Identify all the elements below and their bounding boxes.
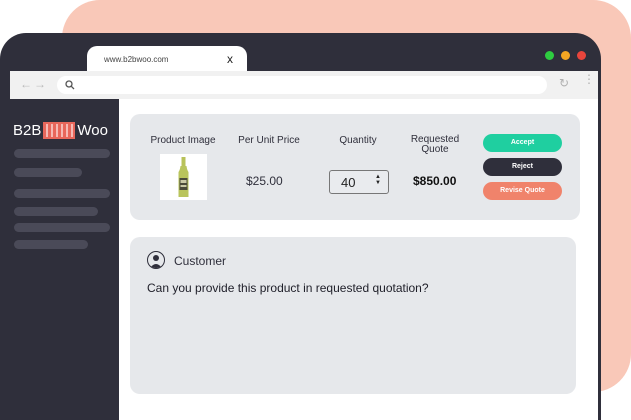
quote-card: Product Image Per Unit Price Quantity Re…: [130, 114, 580, 220]
search-icon: [65, 80, 75, 90]
browser-tab[interactable]: www.b2bwoo.com x: [87, 46, 247, 74]
window-minimize-dot[interactable]: [561, 51, 570, 60]
requested-quote-value: $850.00: [413, 174, 457, 188]
main-content: Product Image Per Unit Price Quantity Re…: [119, 99, 598, 420]
quantity-stepper[interactable]: 40 ▲ ▼: [329, 170, 389, 194]
sidebar: B2B Woo: [10, 99, 119, 420]
user-icon: [147, 251, 165, 269]
wine-bottle-icon: [178, 157, 189, 197]
reject-button[interactable]: Reject: [483, 158, 562, 176]
sidebar-item[interactable]: [14, 223, 110, 232]
message-card: Customer Can you provide this product in…: [130, 237, 576, 394]
sidebar-item[interactable]: [14, 189, 110, 198]
tab-title: www.b2bwoo.com: [104, 55, 169, 64]
revise-quote-button[interactable]: Revise Quote: [483, 182, 562, 200]
window-close-dot[interactable]: [577, 51, 586, 60]
logo-suffix: Woo: [77, 121, 108, 139]
logo-mark-icon: [43, 121, 76, 139]
logo-prefix: B2B: [13, 121, 42, 139]
sidebar-item[interactable]: [14, 240, 88, 249]
header-requested-quote: Requested Quote: [410, 134, 460, 155]
header-product-image: Product Image: [150, 135, 216, 146]
browser-toolbar: ←→ ↻ ⋮: [10, 71, 598, 99]
sidebar-item[interactable]: [14, 149, 110, 158]
header-unit-price: Per Unit Price: [238, 135, 300, 146]
menu-icon[interactable]: ⋮: [583, 73, 595, 85]
address-bar[interactable]: [57, 76, 547, 94]
logo: B2B Woo: [13, 121, 108, 139]
unit-price-value: $25.00: [246, 174, 283, 188]
tab-close-icon[interactable]: x: [227, 52, 233, 66]
message-text: Can you provide this product in requeste…: [147, 281, 429, 295]
accept-button[interactable]: Accept: [483, 134, 562, 152]
quantity-value: 40: [341, 175, 356, 190]
nav-arrows-icon[interactable]: ←→: [20, 77, 48, 91]
sidebar-item[interactable]: [14, 207, 98, 216]
stepper-arrows-icon[interactable]: ▲ ▼: [375, 174, 381, 186]
author-label: Customer: [174, 254, 227, 268]
reload-icon[interactable]: ↻: [559, 76, 569, 90]
sidebar-item[interactable]: [14, 168, 82, 177]
window-maximize-dot[interactable]: [545, 51, 554, 60]
header-quantity: Quantity: [339, 135, 377, 146]
product-image: [160, 154, 207, 200]
